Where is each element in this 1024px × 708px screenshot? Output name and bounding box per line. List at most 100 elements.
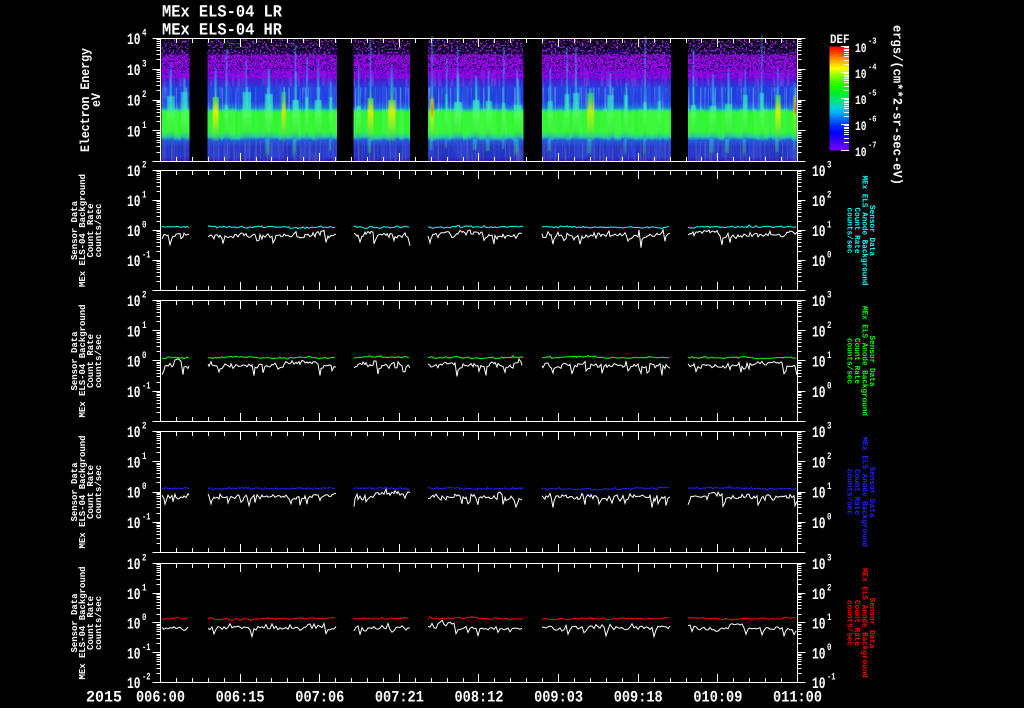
svg-text:10: 10	[812, 253, 826, 271]
svg-text:counts/sec: counts/sec	[845, 338, 854, 384]
svg-text:-7: -7	[868, 141, 877, 151]
svg-text:counts/sec: counts/sec	[845, 208, 854, 254]
svg-text:0: 0	[827, 643, 832, 654]
svg-text:1: 1	[142, 321, 147, 332]
svg-text:0: 0	[142, 482, 147, 493]
svg-text:10: 10	[855, 93, 867, 108]
svg-text:-1: -1	[142, 381, 151, 392]
svg-text:10: 10	[127, 223, 141, 241]
svg-text:009:18: 009:18	[614, 689, 663, 707]
svg-text:0: 0	[827, 381, 832, 392]
svg-text:10: 10	[812, 424, 826, 442]
svg-text:-1: -1	[142, 643, 151, 654]
svg-text:-6: -6	[868, 115, 877, 125]
svg-text:10: 10	[127, 556, 141, 574]
svg-text:3: 3	[142, 59, 147, 70]
svg-text:1: 1	[142, 191, 147, 202]
svg-text:2: 2	[827, 452, 832, 463]
svg-text:10: 10	[127, 424, 141, 442]
svg-text:3: 3	[827, 554, 832, 565]
svg-text:10: 10	[855, 41, 867, 56]
svg-text:-5: -5	[868, 89, 877, 99]
svg-text:10: 10	[812, 645, 826, 663]
svg-text:2: 2	[142, 161, 147, 172]
svg-text:10: 10	[812, 616, 826, 634]
svg-text:-1: -1	[142, 251, 151, 262]
svg-text:10: 10	[127, 123, 141, 141]
svg-text:10: 10	[812, 586, 826, 604]
svg-text:10: 10	[127, 93, 141, 111]
svg-text:10: 10	[127, 253, 141, 271]
svg-text:007:06: 007:06	[295, 689, 344, 707]
svg-text:10: 10	[127, 293, 141, 311]
svg-text:10: 10	[812, 384, 826, 402]
svg-text:1: 1	[142, 121, 147, 132]
svg-text:2: 2	[827, 321, 832, 332]
svg-text:1: 1	[142, 452, 147, 463]
svg-text:10: 10	[127, 485, 141, 503]
svg-text:1: 1	[142, 583, 147, 594]
svg-text:2: 2	[827, 191, 832, 202]
svg-text:2: 2	[827, 583, 832, 594]
svg-text:10: 10	[127, 323, 141, 341]
svg-text:0: 0	[827, 251, 832, 262]
svg-text:10: 10	[127, 616, 141, 634]
svg-text:10: 10	[127, 515, 141, 533]
svg-text:4: 4	[142, 29, 147, 40]
svg-text:10: 10	[855, 119, 867, 134]
svg-text:3: 3	[827, 422, 832, 433]
svg-text:0: 0	[142, 351, 147, 362]
svg-text:0: 0	[142, 221, 147, 232]
svg-text:10: 10	[812, 223, 826, 241]
svg-text:-1: -1	[142, 512, 151, 523]
svg-text:1: 1	[827, 482, 832, 493]
svg-text:10: 10	[127, 586, 141, 604]
svg-text:10: 10	[855, 145, 867, 160]
svg-text:010:09: 010:09	[693, 689, 742, 707]
svg-text:MEx ELS-04 LR: MEx ELS-04 LR	[162, 4, 283, 23]
svg-text:counts/sec: counts/sec	[94, 596, 104, 650]
svg-text:ergs/(cm**2-sr-sec-eV): ergs/(cm**2-sr-sec-eV)	[890, 25, 905, 185]
svg-text:006:15: 006:15	[216, 689, 265, 707]
svg-text:counts/sec: counts/sec	[94, 465, 104, 519]
svg-text:10: 10	[127, 384, 141, 402]
svg-text:10: 10	[812, 454, 826, 472]
svg-text:-4: -4	[868, 63, 877, 73]
svg-text:counts/sec: counts/sec	[845, 600, 854, 646]
svg-text:1: 1	[827, 221, 832, 232]
svg-text:006:00: 006:00	[136, 689, 185, 707]
svg-text:10: 10	[127, 454, 141, 472]
svg-text:10: 10	[127, 62, 141, 80]
svg-text:007:21: 007:21	[375, 689, 424, 707]
svg-text:1: 1	[827, 613, 832, 624]
svg-text:10: 10	[127, 193, 141, 211]
svg-text:011:00: 011:00	[773, 689, 822, 707]
svg-text:2: 2	[142, 554, 147, 565]
svg-text:counts/sec: counts/sec	[845, 469, 854, 515]
svg-text:10: 10	[812, 163, 826, 181]
svg-text:0: 0	[827, 512, 832, 523]
svg-text:10: 10	[855, 67, 867, 82]
svg-text:MEx ELS-04 HR: MEx ELS-04 HR	[162, 22, 283, 41]
svg-text:-1: -1	[827, 673, 836, 684]
svg-text:10: 10	[812, 485, 826, 503]
svg-text:3: 3	[827, 161, 832, 172]
svg-text:2015: 2015	[86, 689, 122, 707]
svg-text:eV: eV	[89, 93, 104, 107]
svg-text:009:03: 009:03	[534, 689, 583, 707]
svg-text:1: 1	[827, 351, 832, 362]
svg-text:10: 10	[812, 354, 826, 372]
svg-text:10: 10	[812, 323, 826, 341]
svg-text:10: 10	[812, 293, 826, 311]
svg-text:10: 10	[812, 515, 826, 533]
svg-text:counts/sec: counts/sec	[94, 204, 104, 258]
svg-text:-2: -2	[142, 673, 151, 684]
svg-text:10: 10	[812, 193, 826, 211]
svg-text:10: 10	[127, 31, 141, 49]
svg-text:10: 10	[127, 163, 141, 181]
svg-text:2: 2	[142, 291, 147, 302]
svg-text:DEF: DEF	[830, 32, 850, 47]
svg-text:2: 2	[142, 422, 147, 433]
svg-text:counts/sec: counts/sec	[94, 334, 104, 388]
svg-text:10: 10	[127, 354, 141, 372]
